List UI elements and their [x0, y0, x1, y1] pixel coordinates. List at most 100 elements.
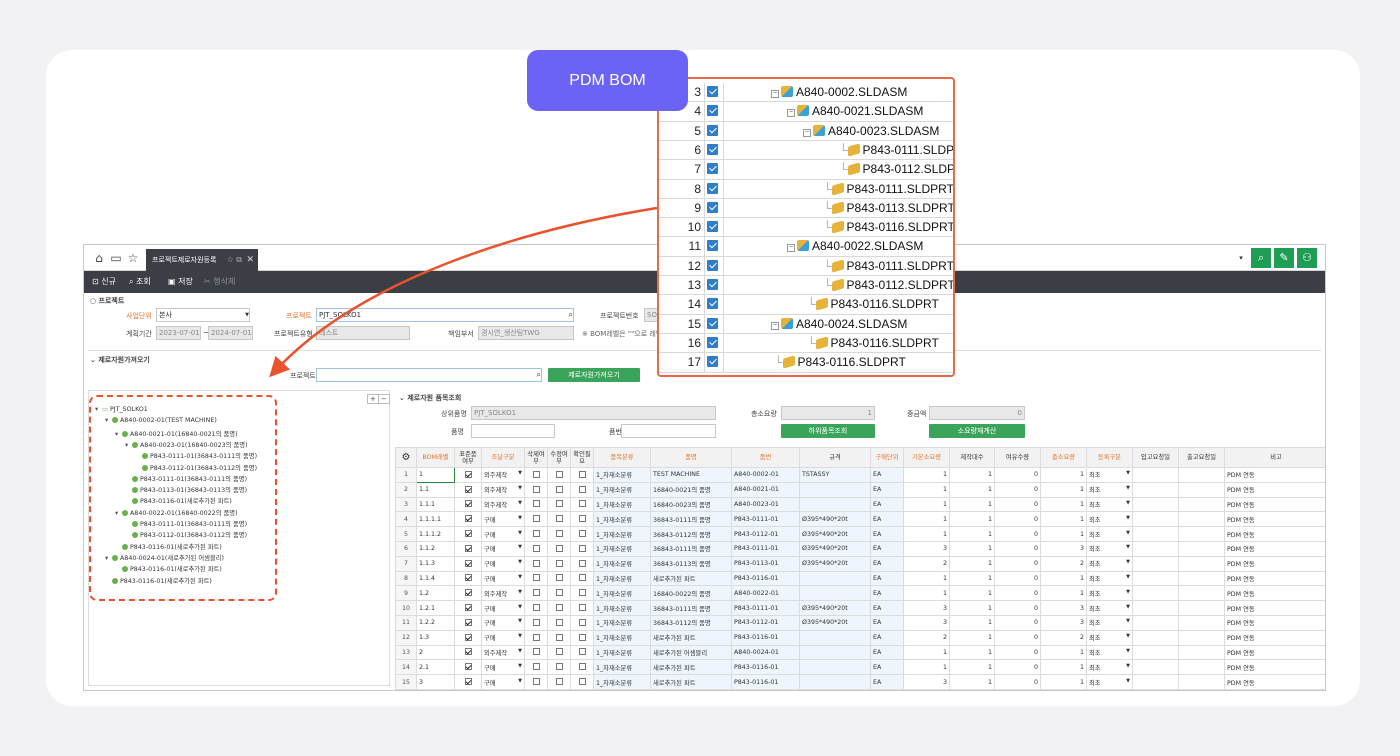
part-icon [831, 181, 844, 196]
tree-line: └ [823, 200, 832, 215]
pdm-item: └ P843-0112.SLDPRT [823, 276, 955, 295]
pdm-bom-label: PDM BOM [527, 50, 688, 111]
pdm-row[interactable]: 14 └ P843-0116.SLDPRT [659, 295, 953, 315]
pdm-row-checkbox[interactable] [707, 105, 718, 117]
tree-line: └ [823, 220, 832, 235]
pdm-item: − A840-0002.SLDASM [771, 83, 907, 102]
pdm-row-checkbox[interactable] [707, 124, 718, 136]
pdm-row[interactable]: 8 └ P843-0111.SLDPRT [659, 179, 954, 199]
pdm-row-number: 12 [659, 256, 705, 276]
tree-line: └ [807, 297, 816, 312]
pdm-row-number: 11 [659, 237, 705, 256]
pdm-row[interactable]: 16 └ P843-0116.SLDPRT [659, 333, 953, 354]
pdm-item: └ P843-0112.SLDPRT [839, 160, 953, 179]
pdm-row-number: 9 [659, 198, 705, 218]
pdm-row[interactable]: 6 └ P843-0111.SLDPRT [659, 140, 955, 161]
collapse-icon[interactable]: − [771, 90, 779, 98]
tree-line: └ [823, 181, 832, 196]
pdm-row[interactable]: 3− A840-0002.SLDASM [659, 83, 953, 103]
part-icon [831, 259, 844, 273]
pdm-item-label: A840-0023.SLDASM [828, 123, 940, 138]
pdm-row-number: 6 [659, 140, 705, 160]
assembly-icon [797, 105, 809, 117]
pdm-item: − A840-0021.SLDASM [787, 102, 923, 121]
pdm-item: └ P843-0116.SLDPRT [823, 218, 955, 237]
pdm-row[interactable]: 13 └ P843-0112.SLDPRT [659, 276, 955, 296]
pdm-row[interactable]: 5 − A840-0023.SLDASM [659, 121, 953, 141]
part-icon [831, 220, 844, 234]
assembly-icon [781, 86, 793, 97]
pdm-item-label: A840-0024.SLDASM [796, 316, 908, 331]
pdm-row[interactable]: 17 └ P843-0116.SLDPRT [659, 353, 953, 373]
pdm-row-number: 7 [659, 160, 705, 179]
pdm-row[interactable]: 15 − A840-0024.SLDASM [659, 314, 953, 334]
pdm-row-checkbox[interactable] [707, 336, 718, 348]
pdm-row-checkbox[interactable] [707, 143, 718, 155]
pdm-bom-inset: 3− A840-0002.SLDASM 4− A840-0021.SLDASM 5− A8… [657, 77, 955, 377]
pdm-row[interactable]: 4− A840-0021.SLDASM [659, 102, 953, 122]
collapse-icon[interactable]: − [787, 244, 795, 253]
pdm-row-number: 15 [659, 314, 705, 333]
pdm-row-number: 5 [659, 121, 705, 140]
pdm-item-label: P843-0116.SLDPRT [830, 335, 939, 350]
pdm-item: − A840-0022.SLDASM [787, 237, 923, 256]
pdm-item-label: A840-0021.SLDASM [812, 104, 924, 119]
part-icon [847, 143, 860, 157]
pdm-item: └ P843-0116.SLDPRT [807, 334, 939, 353]
pdm-row-checkbox[interactable] [707, 298, 718, 310]
assembly-icon [813, 124, 825, 136]
pdm-item: └ P843-0113.SLDPRT [823, 199, 955, 218]
pdm-item: └ P843-0116.SLDPRT [807, 295, 939, 314]
assembly-icon [797, 240, 809, 252]
tree-line: └ [774, 355, 783, 370]
pdm-row[interactable]: 9 └ P843-0113.SLDPRT [659, 198, 955, 219]
pdm-row-number: 14 [659, 295, 705, 314]
pdm-item-label: P843-0116.SLDPRT [797, 355, 906, 370]
pdm-item: └ P843-0111.SLDPRT [823, 180, 954, 199]
pdm-row-checkbox[interactable] [707, 279, 718, 290]
collapse-icon[interactable]: − [787, 109, 795, 118]
pdm-row-checkbox[interactable] [707, 356, 718, 368]
collapse-icon[interactable]: − [803, 128, 811, 137]
pdm-row-number: 16 [659, 333, 705, 353]
pdm-row-checkbox[interactable] [707, 221, 718, 233]
tree-line: └ [823, 278, 832, 292]
pdm-item: − A840-0023.SLDASM [803, 122, 939, 141]
pdm-item-label: P843-0113.SLDPRT [846, 200, 955, 215]
pdm-item: └ P843-0116.SLDPRT [774, 353, 906, 372]
part-icon [847, 162, 860, 176]
pdm-row-checkbox[interactable] [707, 201, 718, 213]
pdm-row[interactable]: 11 − A840-0022.SLDASM [659, 237, 953, 257]
pdm-row-number: 17 [659, 353, 705, 372]
part-icon [815, 336, 828, 350]
pdm-row[interactable]: 7 └ P843-0112.SLDPRT [659, 160, 953, 180]
pdm-row-number: 13 [659, 276, 705, 295]
part-icon [815, 297, 828, 311]
pdm-item: └ P843-0111.SLDPRT [839, 141, 955, 160]
pdm-row[interactable]: 12 └ P843-0111.SLDPRT [659, 256, 954, 277]
pdm-row-checkbox[interactable] [707, 182, 718, 194]
pdm-row-checkbox[interactable] [707, 240, 718, 252]
pdm-row-checkbox[interactable] [707, 86, 718, 97]
tree-line: └ [839, 142, 848, 157]
pdm-item-label: P843-0116.SLDPRT [846, 220, 955, 235]
pdm-row-checkbox[interactable] [707, 259, 718, 271]
pdm-row-number: 8 [659, 179, 705, 198]
pdm-row-checkbox[interactable] [707, 317, 718, 329]
pdm-item-label: P843-0111.SLDPRT [846, 258, 954, 273]
tree-line: └ [823, 258, 832, 273]
pdm-item: − A840-0024.SLDASM [771, 315, 907, 334]
pdm-item-label: A840-0002.SLDASM [796, 85, 908, 99]
pdm-row[interactable]: 10 └ P843-0116.SLDPRT [659, 218, 955, 238]
collapse-icon[interactable]: − [771, 321, 779, 330]
pdm-row-checkbox[interactable] [707, 163, 718, 175]
part-icon [831, 201, 844, 215]
pdm-item-label: P843-0112.SLDPRT [846, 278, 955, 292]
pdm-item-label: P843-0111.SLDPRT [862, 142, 955, 157]
pdm-item-label: P843-0111.SLDPRT [846, 181, 954, 196]
assembly-icon [781, 317, 793, 329]
pdm-item-label: P843-0116.SLDPRT [830, 297, 939, 312]
part-icon [782, 355, 795, 369]
pdm-item: └ P843-0111.SLDPRT [823, 257, 954, 276]
pdm-row-number: 10 [659, 218, 705, 237]
